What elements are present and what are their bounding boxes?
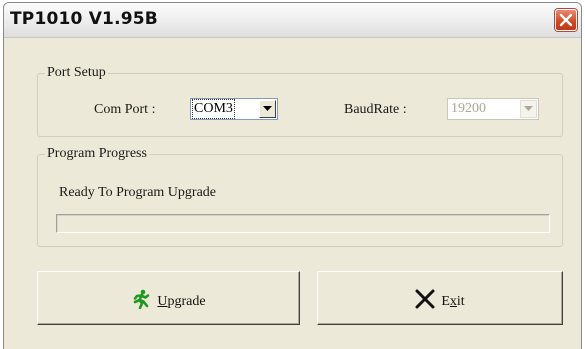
baud-rate-value: 19200	[451, 101, 486, 116]
dialog-window: TP1010 V1.95B Port Setup Com Port : COM3…	[3, 2, 582, 349]
upgrade-button-content: Upgrade	[38, 289, 299, 315]
upgrade-label-rest: pgrade	[167, 294, 206, 309]
chevron-down-icon	[263, 106, 272, 111]
close-button[interactable]	[555, 9, 577, 31]
baud-rate-label: BaudRate :	[344, 102, 407, 117]
baud-rate-select[interactable]: 19200	[447, 98, 539, 120]
port-setup-group: Port Setup Com Port : COM3 BaudRate : 19…	[37, 65, 563, 137]
progress-bar	[56, 214, 550, 233]
exit-button[interactable]: Exit	[317, 271, 563, 325]
com-port-value: COM3	[192, 99, 235, 119]
upgrade-button[interactable]: Upgrade	[37, 271, 300, 325]
com-port-label: Com Port :	[94, 102, 156, 117]
x-mark-icon	[415, 289, 435, 315]
program-progress-legend: Program Progress	[45, 146, 149, 162]
title-bar[interactable]: TP1010 V1.95B	[4, 3, 581, 38]
exit-label-pre: E	[441, 294, 450, 309]
com-port-dropdown-button[interactable]	[259, 100, 276, 118]
exit-accel: x	[449, 294, 457, 309]
exit-button-content: Exit	[318, 289, 562, 315]
status-text: Ready To Program Upgrade	[59, 185, 217, 200]
running-man-icon	[131, 289, 151, 315]
close-icon	[559, 13, 573, 27]
com-port-select[interactable]: COM3	[190, 98, 278, 120]
port-setup-legend: Port Setup	[45, 65, 108, 81]
window-title: TP1010 V1.95B	[10, 9, 158, 29]
chevron-down-icon	[524, 106, 533, 111]
upgrade-accel: U	[157, 294, 168, 309]
exit-label-rest: it	[456, 294, 465, 309]
baud-rate-dropdown-button[interactable]	[520, 100, 537, 118]
program-progress-group: Program Progress Ready To Program Upgrad…	[37, 146, 563, 247]
